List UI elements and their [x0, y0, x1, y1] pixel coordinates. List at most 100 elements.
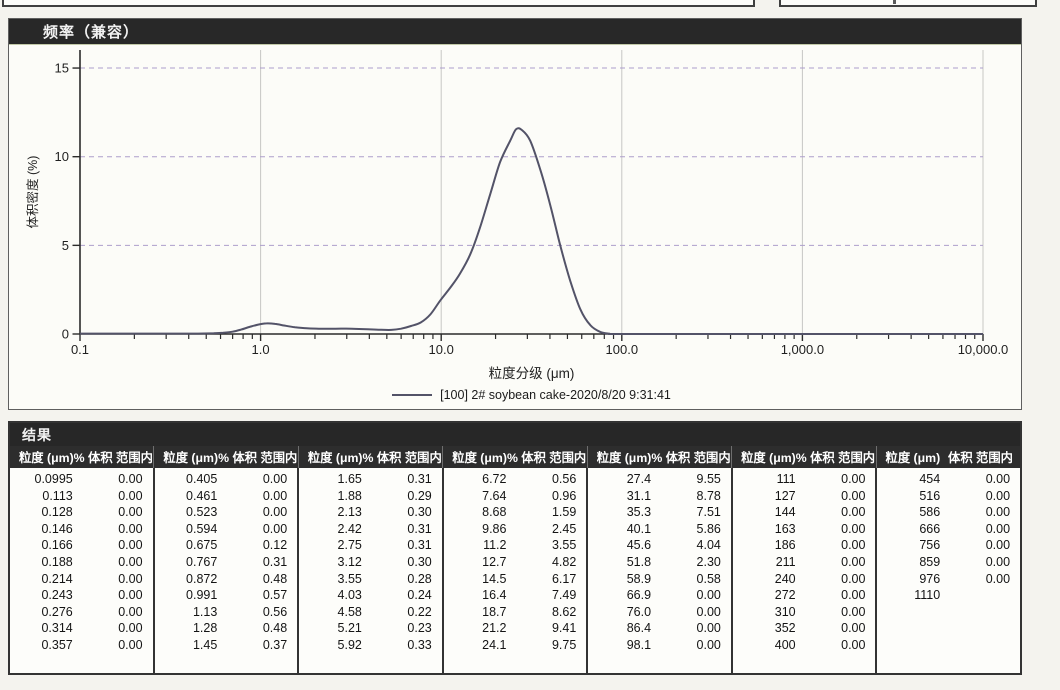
table-row: 1860.00 [733, 537, 876, 554]
table-row: 18.78.62 [444, 604, 587, 621]
cell-percent-volume: 0.00 [73, 471, 153, 488]
results-header-group: 粒度 (μm)% 体积 范围内 [442, 446, 586, 468]
table-row: 3.550.28 [299, 571, 442, 588]
header-size: 粒度 (μm) [443, 448, 507, 466]
cell-percent-volume: 0.24 [362, 587, 442, 604]
table-row: 21.29.41 [444, 620, 587, 637]
cell-percent-volume: 0.29 [362, 488, 442, 505]
cell-percent-volume: 6.17 [506, 571, 586, 588]
cell-size: 11.2 [444, 537, 507, 554]
cell-percent-volume: 0.00 [796, 488, 876, 505]
svg-text:100.0: 100.0 [606, 342, 639, 357]
svg-text:0: 0 [62, 327, 69, 342]
cell-size: 2.75 [299, 537, 362, 554]
cell-size: 66.9 [588, 587, 651, 604]
table-row: 27.49.55 [588, 471, 731, 488]
table-row: 7.640.96 [444, 488, 587, 505]
table-row: 0.1880.00 [10, 554, 153, 571]
cell-percent-volume: 0.00 [651, 604, 731, 621]
cell-size: 0.146 [10, 521, 73, 538]
cell-size: 240 [733, 571, 796, 588]
table-row: 51.82.30 [588, 554, 731, 571]
cell-size: 24.1 [444, 637, 507, 654]
table-row: 2110.00 [733, 554, 876, 571]
cell-size: 0.675 [155, 537, 218, 554]
cell-size: 0.991 [155, 587, 218, 604]
table-row: 3.120.30 [299, 554, 442, 571]
cell-size: 9.86 [444, 521, 507, 538]
table-row: 5.920.33 [299, 637, 442, 654]
cell-percent-volume: 5.86 [651, 521, 731, 538]
cell-size: 0.767 [155, 554, 218, 571]
table-row: 8.681.59 [444, 504, 587, 521]
table-row: 0.1660.00 [10, 537, 153, 554]
table-row: 8590.00 [877, 554, 1020, 571]
cell-percent-volume: 0.31 [217, 554, 297, 571]
results-table-group: 0.4050.000.4610.000.5230.000.5940.000.67… [153, 468, 298, 673]
cropped-text-remnant [893, 0, 896, 4]
cell-size: 8.68 [444, 504, 507, 521]
cell-size: 0.357 [10, 637, 73, 654]
cell-size: 1.45 [155, 637, 218, 654]
cell-size: 3.55 [299, 571, 362, 588]
legend-line-swatch [392, 394, 432, 396]
cell-percent-volume: 1.59 [506, 504, 586, 521]
frequency-panel: 频率（兼容） 0510150.11.010.0100.01,000.010,00… [8, 18, 1022, 410]
cell-size: 0.276 [10, 604, 73, 621]
table-row: 40.15.86 [588, 521, 731, 538]
table-row: 9760.00 [877, 571, 1020, 588]
cell-size: 98.1 [588, 637, 651, 654]
cell-percent-volume: 0.28 [362, 571, 442, 588]
table-row: 0.6750.12 [155, 537, 298, 554]
cell-size: 310 [733, 604, 796, 621]
cell-percent-volume: 0.00 [796, 571, 876, 588]
cell-size: 86.4 [588, 620, 651, 637]
table-row: 4000.00 [733, 637, 876, 654]
cell-percent-volume: 0.48 [217, 571, 297, 588]
cell-percent-volume: 0.23 [362, 620, 442, 637]
cell-size: 14.5 [444, 571, 507, 588]
table-row: 1630.00 [733, 521, 876, 538]
cell-percent-volume: 0.00 [651, 620, 731, 637]
results-table: 0.09950.000.1130.000.1280.000.1460.000.1… [10, 468, 1020, 673]
table-row: 0.7670.31 [155, 554, 298, 571]
table-row: 12.74.82 [444, 554, 587, 571]
table-row: 66.90.00 [588, 587, 731, 604]
header-size: 粒度 (μm) [588, 448, 652, 466]
table-row: 0.5230.00 [155, 504, 298, 521]
cell-percent-volume: 0.56 [217, 604, 297, 621]
table-row: 7560.00 [877, 537, 1020, 554]
table-row: 31.18.78 [588, 488, 731, 505]
cell-percent-volume: 0.00 [73, 620, 153, 637]
cell-size: 4.58 [299, 604, 362, 621]
cropped-panel-top-right [779, 0, 1037, 7]
cell-size: 144 [733, 504, 796, 521]
cell-percent-volume: 0.58 [651, 571, 731, 588]
table-row: 2720.00 [733, 587, 876, 604]
cell-size: 76.0 [588, 604, 651, 621]
frequency-chart: 0510150.11.010.0100.01,000.010,000.0粒度分级… [9, 45, 1021, 409]
cell-size: 586 [877, 504, 940, 521]
cell-size: 31.1 [588, 488, 651, 505]
table-row: 0.2430.00 [10, 587, 153, 604]
cell-percent-volume: 0.00 [217, 504, 297, 521]
table-row: 45.64.04 [588, 537, 731, 554]
table-row: 4.580.22 [299, 604, 442, 621]
cell-size: 7.64 [444, 488, 507, 505]
cell-percent-volume: 4.82 [506, 554, 586, 571]
table-row: 1.130.56 [155, 604, 298, 621]
table-row: 0.4610.00 [155, 488, 298, 505]
table-row: 1440.00 [733, 504, 876, 521]
table-row: 86.40.00 [588, 620, 731, 637]
table-row: 0.2140.00 [10, 571, 153, 588]
results-table-group: 1110.001270.001440.001630.001860.002110.… [731, 468, 876, 673]
cell-percent-volume: 0.00 [796, 587, 876, 604]
table-row: 16.47.49 [444, 587, 587, 604]
cell-percent-volume: 9.75 [506, 637, 586, 654]
cell-size: 6.72 [444, 471, 507, 488]
cell-percent-volume: 0.33 [362, 637, 442, 654]
table-row: 0.5940.00 [155, 521, 298, 538]
header-size: 粒度 (μm) [877, 448, 941, 466]
cell-size: 2.42 [299, 521, 362, 538]
cell-size: 352 [733, 620, 796, 637]
